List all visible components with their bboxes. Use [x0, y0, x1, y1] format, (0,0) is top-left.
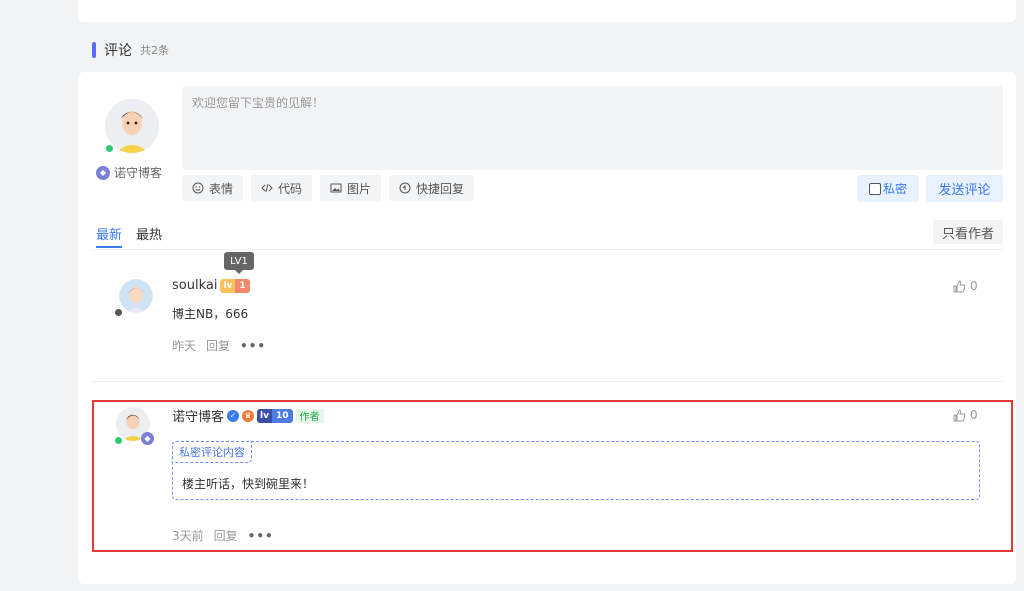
quick-reply-icon [399, 182, 411, 194]
comment-count: 共2条 [140, 44, 169, 57]
comment-username[interactable]: 诺守博客 [172, 406, 224, 425]
comment-time: 昨天 [172, 339, 197, 353]
tabs-divider [92, 249, 1003, 250]
comments-section-title: 评论 共2条 [92, 41, 169, 59]
gem-icon: ◆ [96, 165, 110, 180]
level-badge: lv 10 [257, 408, 293, 423]
comment-username[interactable]: soulkai [172, 278, 217, 293]
code-icon [261, 183, 273, 193]
gem-icon: ◆ [141, 432, 154, 445]
private-checkbox[interactable] [868, 182, 881, 195]
lv-badge-icon: lv [257, 408, 272, 423]
comment-input[interactable] [182, 86, 1003, 170]
reply-button[interactable]: 回复 [206, 337, 230, 354]
comment-text: 博主NB，666 [172, 307, 249, 321]
private-label: 私密 [882, 182, 907, 196]
composer-avatar[interactable] [105, 99, 159, 153]
more-options-icon[interactable]: ••• [240, 339, 266, 353]
more-options-icon[interactable]: ••• [248, 529, 274, 543]
comment-time: 3天前 [172, 529, 204, 543]
comments-card: ◆ 诺守博客 表情 代码 图片 快捷回复 私密 发送评论 最新 最热 只看作者 … [78, 72, 1016, 584]
level-badge: lv 1 [220, 278, 250, 293]
comment-avatar[interactable] [119, 279, 153, 313]
tab-latest[interactable]: 最新 [96, 224, 123, 248]
code-label: 代码 [278, 181, 303, 196]
send-comment-button[interactable]: 发送评论 [926, 175, 1003, 202]
section-title-text: 评论 [104, 43, 132, 59]
comment-author: 诺守博客 ✓ ♛ lv 10 作者 [172, 406, 324, 425]
emoji-button[interactable]: 表情 [182, 175, 244, 201]
verified-icon: ✓ [227, 409, 240, 422]
level-number: 1 [235, 278, 250, 293]
private-comment-box: 私密评论内容 楼主听话，快到碗里来！ [172, 441, 980, 500]
image-icon [330, 183, 342, 193]
composer-user: ◆ 诺守博客 [96, 164, 162, 181]
tab-hottest[interactable]: 最热 [136, 224, 162, 248]
online-indicator [115, 437, 122, 444]
image-label: 图片 [347, 181, 372, 196]
like-button[interactable]: 0 [953, 279, 978, 293]
composer-toolbar: 表情 代码 图片 快捷回复 [182, 175, 475, 201]
like-count: 0 [970, 279, 978, 293]
comment-meta: 3天前 回复 ••• [172, 527, 274, 544]
code-button[interactable]: 代码 [251, 175, 313, 201]
only-author-button[interactable]: 只看作者 [933, 220, 1003, 244]
lv-badge-icon: lv [220, 278, 236, 293]
composer-username: 诺守博客 [114, 166, 163, 180]
image-button[interactable]: 图片 [320, 175, 382, 201]
quick-reply-button[interactable]: 快捷回复 [389, 175, 475, 201]
comment-divider [92, 381, 1003, 382]
thumbs-up-icon [953, 408, 966, 421]
quick-reply-label: 快捷回复 [416, 181, 465, 196]
comment-text: 楼主听话，快到碗里来！ [182, 477, 315, 491]
smile-icon [192, 182, 204, 194]
private-toggle-button[interactable]: 私密 [857, 175, 919, 202]
author-tag: 作者 [295, 408, 324, 423]
medal-icon: ♛ [242, 409, 255, 422]
level-number: 10 [271, 408, 293, 423]
online-indicator [106, 145, 113, 152]
like-button[interactable]: 0 [953, 408, 978, 422]
title-accent-bar [92, 42, 96, 58]
offline-indicator [115, 309, 122, 316]
emoji-label: 表情 [209, 181, 234, 196]
comment-meta: 昨天 回复 ••• [172, 337, 266, 354]
sort-tabs: 最新 最热 [96, 224, 162, 248]
like-count: 0 [970, 408, 978, 422]
comment-author: soulkai lv 1 [172, 278, 250, 293]
previous-card [78, 0, 1016, 22]
level-tooltip: LV1 [224, 252, 254, 274]
private-comment-tag: 私密评论内容 [172, 441, 252, 463]
thumbs-up-icon [953, 279, 966, 292]
reply-button[interactable]: 回复 [214, 527, 238, 544]
